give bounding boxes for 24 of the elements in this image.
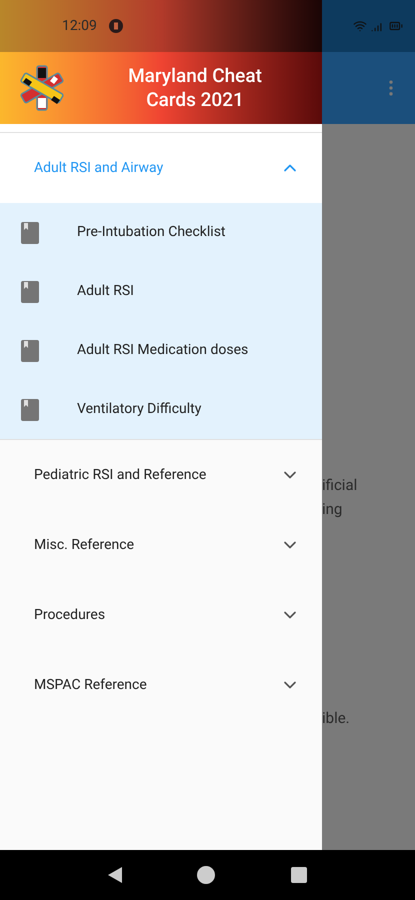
battery-icon xyxy=(389,19,403,33)
content-text: ing xyxy=(322,499,344,520)
wifi-icon xyxy=(353,19,367,33)
drawer-item-label: Adult RSI Medication doses xyxy=(77,341,248,360)
content-text: ible. xyxy=(322,708,351,729)
home-icon[interactable] xyxy=(197,866,216,884)
drawer-item-label: Pre-Intubation Checklist xyxy=(77,223,226,242)
content-text: ificial xyxy=(322,475,358,496)
drawer-item[interactable]: Adult RSI xyxy=(0,262,322,321)
back-icon[interactable] xyxy=(108,867,122,883)
logo-icon xyxy=(18,64,66,112)
book-icon xyxy=(21,340,39,362)
book-icon xyxy=(21,398,39,420)
drawer-item[interactable]: Pre-Intubation Checklist xyxy=(0,203,322,262)
book-icon xyxy=(21,222,39,244)
drawer-title: Maryland Cheat Cards 2021 xyxy=(127,64,263,112)
app-notification-icon xyxy=(108,19,123,33)
drawer-item-label: Ventilatory Difficulty xyxy=(77,400,202,419)
drawer-item[interactable]: Adult RSI Medication doses xyxy=(0,321,322,380)
clock-text: 12:09 xyxy=(62,16,97,36)
recents-icon[interactable] xyxy=(291,867,308,883)
drawer-item[interactable]: Ventilatory Difficulty xyxy=(0,380,322,439)
book-icon xyxy=(21,280,39,302)
drawer-item-label: Adult RSI xyxy=(77,282,134,301)
